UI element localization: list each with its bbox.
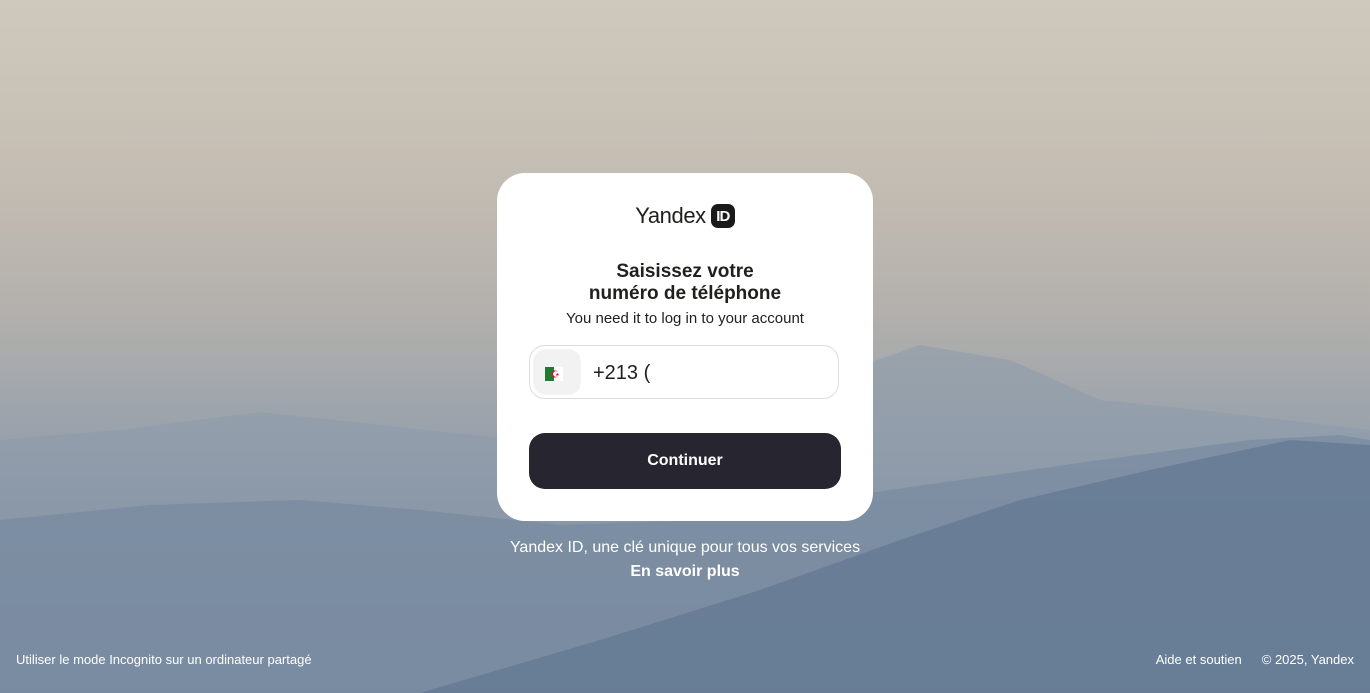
logo-text: Yandex bbox=[635, 203, 706, 228]
learn-more-link[interactable]: En savoir plus bbox=[0, 560, 1370, 584]
logo-id-badge: ID bbox=[710, 204, 735, 228]
page-subtitle: You need it to log in to your account bbox=[566, 310, 804, 327]
continue-button[interactable]: Continuer bbox=[529, 433, 841, 489]
algeria-flag-icon bbox=[545, 367, 563, 381]
promo-text: Yandex ID, une clé unique pour tous vos … bbox=[509, 539, 861, 556]
phone-field bbox=[529, 345, 839, 400]
title-line-1: Saisissez votre bbox=[616, 261, 754, 282]
promo-block: Yandex ID, une clé unique pour tous vos … bbox=[0, 536, 1370, 584]
yandex-id-logo: Yandex ID bbox=[0, 203, 1370, 233]
copyright: © 2025, Yandex bbox=[1261, 652, 1354, 667]
phone-input[interactable] bbox=[593, 346, 823, 400]
page-title: Saisissez votre numéro de téléphone bbox=[497, 261, 873, 305]
help-link[interactable]: Aide et soutien bbox=[1156, 652, 1242, 667]
incognito-hint[interactable]: Utiliser le mode Incognito sur un ordina… bbox=[16, 652, 312, 667]
footer-links: Aide et soutien © 2025, Yandex bbox=[1156, 652, 1354, 667]
title-line-2: numéro de téléphone bbox=[588, 283, 782, 304]
country-selector-button[interactable] bbox=[533, 349, 581, 395]
